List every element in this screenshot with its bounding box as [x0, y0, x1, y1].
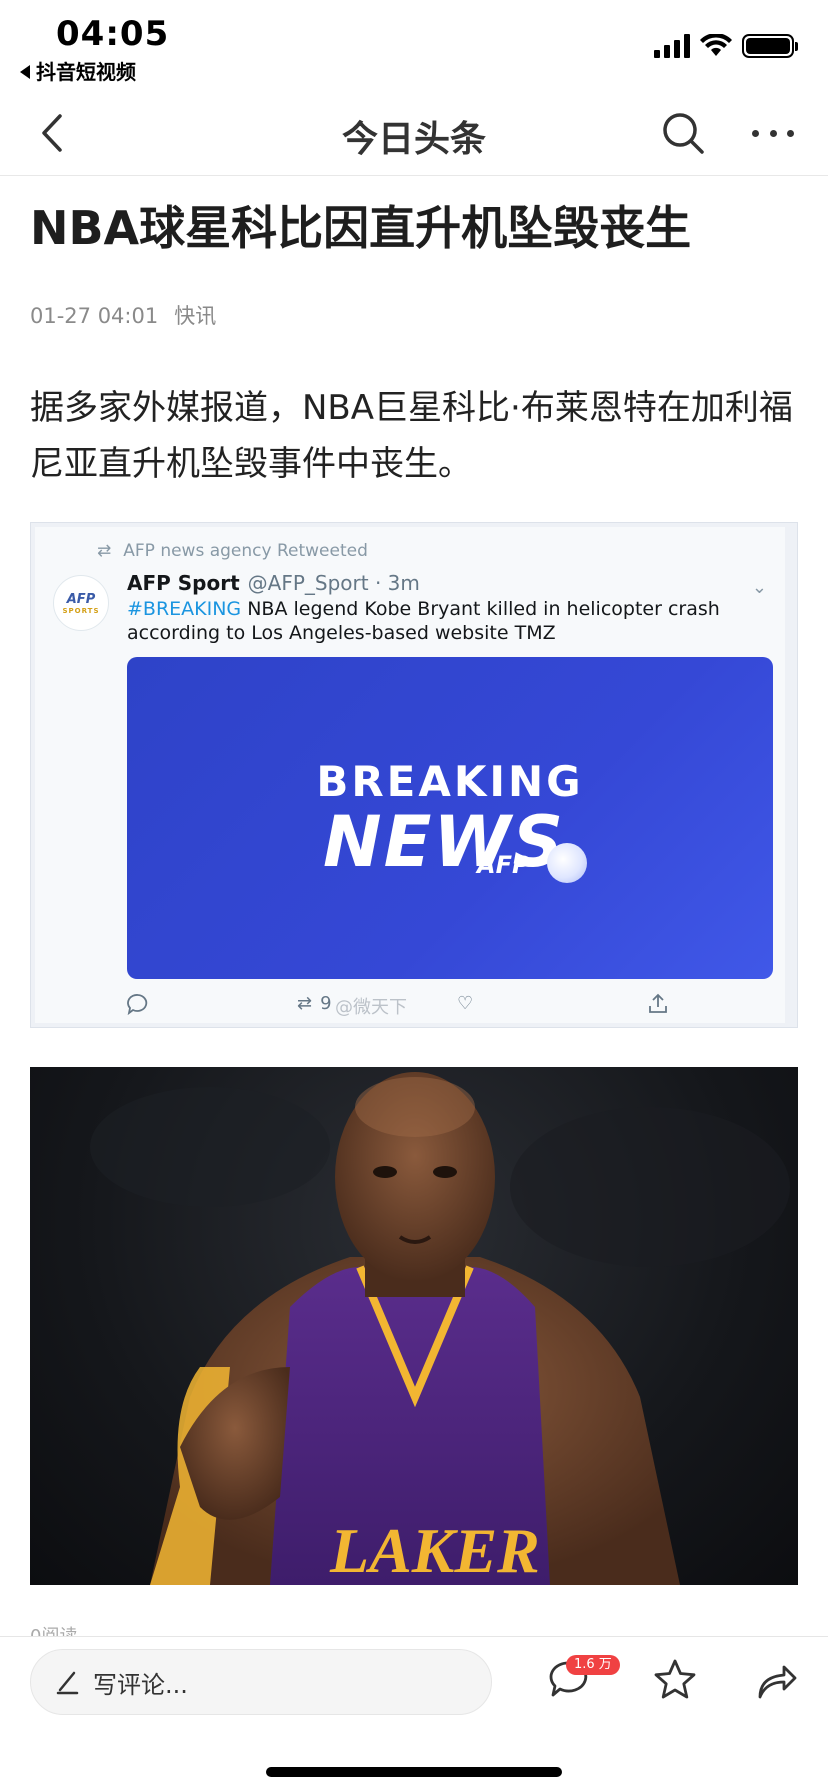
retweet-action: ⇄ 9 [297, 993, 332, 1014]
tweet-author: AFP Sport [127, 571, 240, 595]
bottom-action-bar: 写评论... 1.6 万 [0, 1636, 828, 1792]
retweet-notice-text: AFP news agency Retweeted [123, 541, 368, 561]
tweet-header: AFP Sport @AFP_Sport · 3m [127, 571, 420, 595]
breaking-news-graphic: BREAKING NEWS AFP [127, 657, 773, 979]
tweet-hashtag: #BREAKING [127, 598, 242, 620]
tweet-screenshot-image[interactable]: ⇄ AFP news agency Retweeted AFP SPORTS AF… [30, 522, 798, 1028]
retweet-count: 9 [320, 993, 332, 1014]
back-to-app-link[interactable]: 抖音短视频 [20, 56, 136, 85]
kobe-portrait-illustration: LAKER [90, 1072, 790, 1585]
battery-icon [742, 34, 798, 58]
comment-count-badge: 1.6 万 [566, 1655, 620, 1675]
avatar-sub: SPORTS [62, 606, 100, 615]
tweet-card: ⇄ AFP news agency Retweeted AFP SPORTS AF… [35, 527, 785, 1023]
kobe-bryant-photo[interactable]: LAKER [30, 1067, 798, 1585]
globe-icon [547, 843, 587, 883]
back-app-label: 抖音短视频 [36, 60, 136, 84]
star-icon [654, 1659, 696, 1699]
share-tweet-icon [647, 993, 669, 1015]
avatar: AFP SPORTS [53, 575, 109, 631]
cellular-signal-icon [654, 34, 690, 58]
share-button[interactable] [754, 1659, 798, 1703]
favorite-button[interactable] [652, 1657, 698, 1703]
article-source[interactable]: 快讯 [174, 304, 216, 328]
share-arrow-icon [758, 1665, 797, 1699]
status-time: 04:05 [56, 14, 170, 54]
comment-placeholder: 写评论... [93, 1670, 188, 1699]
back-triangle-icon [20, 64, 30, 79]
more-dot-icon [787, 129, 794, 137]
status-bar: 04:05 抖音短视频 [0, 0, 828, 90]
article-meta: 01-27 04:01 快讯 [30, 300, 216, 330]
status-icons [654, 34, 798, 58]
nav-bar: 今日头条 [0, 90, 828, 176]
afp-logo: AFP [477, 851, 530, 879]
more-dot-icon [752, 129, 759, 137]
svg-text:LAKER: LAKER [329, 1515, 540, 1585]
breaking-text: BREAKING [316, 757, 584, 806]
search-button[interactable] [658, 108, 708, 158]
article-date: 01-27 04:01 [30, 304, 159, 328]
more-options-button[interactable] [748, 108, 798, 158]
pencil-icon [56, 1671, 79, 1695]
comment-input[interactable]: 写评论... [30, 1649, 492, 1715]
weibo-watermark: @微天下 [335, 997, 407, 1018]
chevron-down-icon: ⌄ [751, 577, 767, 598]
retweet-notice: ⇄ AFP news agency Retweeted [97, 541, 368, 561]
tweet-text: #BREAKING NBA legend Kobe Bryant killed … [127, 597, 747, 645]
article-body: 据多家外媒报道，NBA巨星科比·布莱恩特在加利福尼亚直升机坠毁事件中丧生。 [30, 388, 793, 484]
avatar-logo: AFP [66, 591, 96, 607]
retweet-icon: ⇄ [97, 541, 112, 561]
tweet-handle-time: @AFP_Sport · 3m [247, 571, 420, 595]
reply-icon [127, 993, 149, 1015]
more-dot-icon [769, 129, 777, 137]
article-title: NBA球星科比因直升机坠毁丧生 [30, 201, 692, 255]
heart-icon: ♡ [457, 993, 474, 1014]
home-indicator [266, 1767, 562, 1777]
search-icon [663, 113, 704, 154]
tweet-actions: ⇄ 9 ♡ [127, 993, 727, 1023]
retweet-icon: ⇄ [297, 993, 313, 1014]
wifi-icon [700, 34, 732, 56]
